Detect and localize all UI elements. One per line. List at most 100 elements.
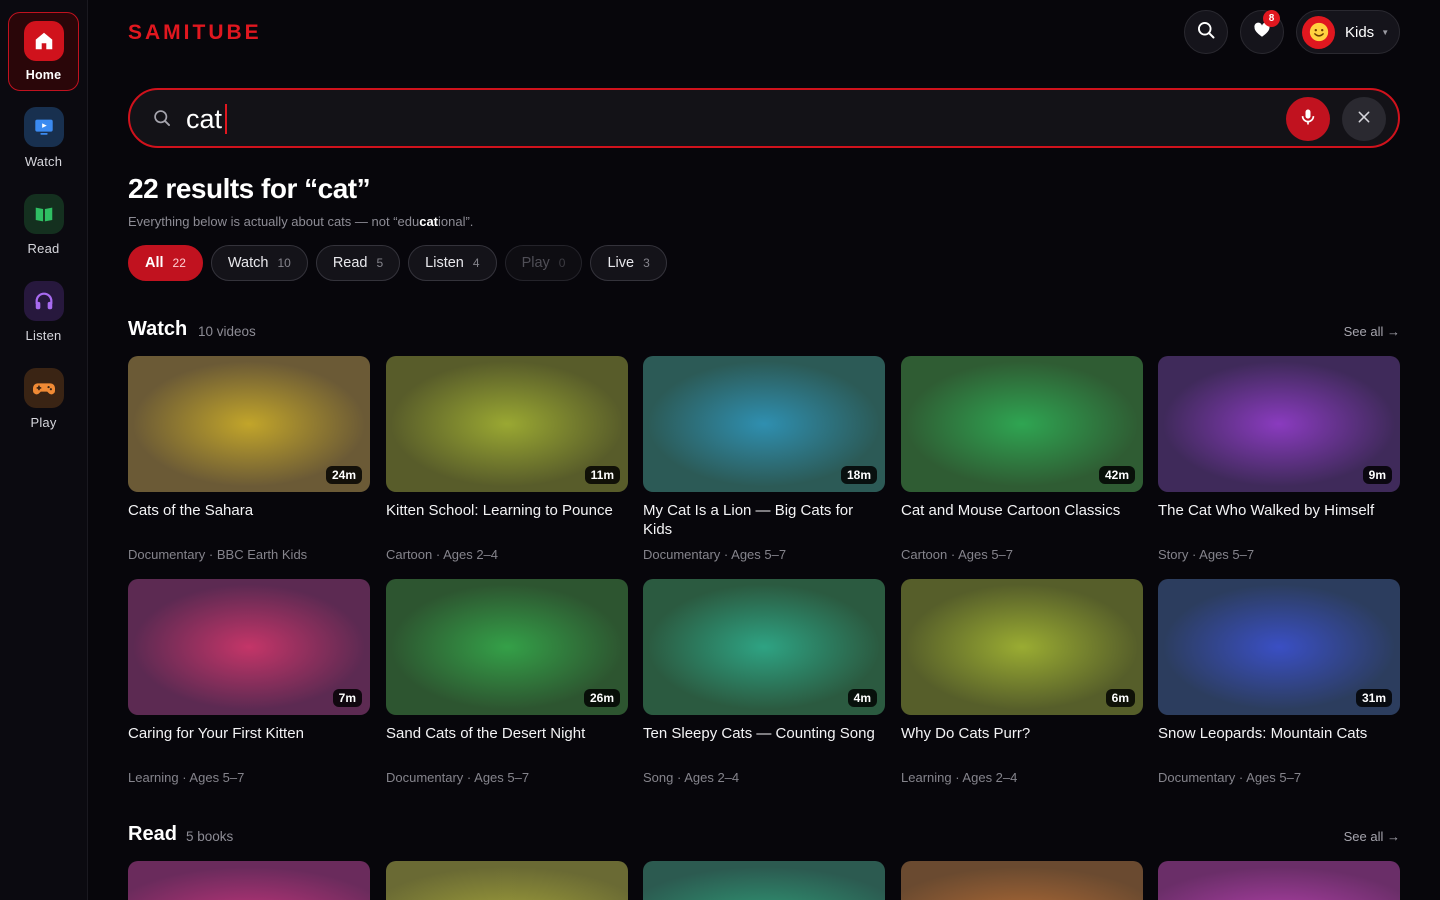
search-bar	[128, 88, 1400, 148]
video-title: Cat and Mouse Cartoon Classics	[901, 502, 1121, 519]
video-title: Caring for Your First Kitten	[128, 725, 304, 742]
book-icon	[23, 194, 64, 234]
video-title: My Cat Is a Lion — Big Cats for Kids	[643, 502, 854, 538]
video-thumbnail: 4m	[643, 579, 885, 715]
video-card[interactable]: 24m Cats of the Sahara Documentary · BBC E…	[128, 356, 370, 562]
filter-chip-count: 4	[472, 256, 480, 270]
book-card[interactable]	[128, 861, 370, 900]
see-all-read-link[interactable]: See all →	[1344, 829, 1400, 844]
video-thumbnail: 24m	[128, 356, 370, 492]
duration-badge: 7m	[332, 689, 362, 707]
sidebar-item-home[interactable]: Home	[8, 12, 79, 91]
profile-switcher[interactable]: Kids ▼	[1296, 10, 1400, 54]
sidebar-item-label: Home	[25, 68, 62, 82]
video-meta: Documentary · Ages 5–7	[386, 770, 530, 785]
video-card[interactable]: 4m Ten Sleepy Cats — Counting Song Song · …	[643, 579, 885, 785]
profile-name: Kids	[1345, 23, 1375, 41]
clear-search-button[interactable]	[1342, 97, 1386, 141]
filter-chip-listen[interactable]: Listen 4	[408, 245, 497, 281]
sidebar-item-read[interactable]: Read	[8, 186, 79, 265]
app-logo[interactable]: SAMITUBE	[128, 21, 262, 45]
video-meta: Cartoon · Ages 2–4	[386, 547, 499, 562]
search-button[interactable]	[1184, 10, 1228, 54]
section-meta-watch: 10 videos	[198, 324, 256, 339]
filter-chip-all[interactable]: All 22	[128, 245, 203, 281]
video-meta: Song · Ages 2–4	[643, 770, 740, 785]
video-title: The Cat Who Walked by Himself	[1158, 502, 1375, 519]
duration-badge: 24m	[325, 466, 362, 484]
video-card[interactable]: 9m The Cat Who Walked by Himself Story · A…	[1158, 356, 1400, 562]
video-card[interactable]: 26m Sand Cats of the Desert Night Document…	[386, 579, 628, 785]
video-card[interactable]: 6m Why Do Cats Purr? Learning · Ages 2–4	[901, 579, 1143, 785]
video-card[interactable]: 7m Caring for Your First Kitten Learning ·…	[128, 579, 370, 785]
section-meta-read: 5 books	[186, 829, 234, 844]
video-card[interactable]: 18m My Cat Is a Lion — Big Cats for Kids D…	[643, 356, 885, 562]
book-card[interactable]	[386, 861, 628, 900]
filter-chip-count: 0	[558, 256, 566, 270]
filter-chip-play: Play 0	[504, 245, 583, 281]
book-card[interactable]	[901, 861, 1143, 900]
video-meta: Story · Ages 5–7	[1158, 547, 1255, 562]
smiley-icon	[1309, 22, 1328, 42]
sidebar-item-label: Watch	[24, 154, 63, 169]
video-title: Ten Sleepy Cats — Counting Song	[643, 725, 875, 742]
filter-chip-label: Listen	[425, 255, 464, 271]
filter-chip-live[interactable]: Live 3	[590, 245, 667, 281]
video-thumbnail: 18m	[643, 356, 885, 492]
voice-search-button[interactable]	[1286, 97, 1330, 141]
duration-badge: 18m	[840, 466, 877, 484]
video-thumbnail: 11m	[386, 356, 628, 492]
section-title-read: Read	[128, 823, 177, 845]
duration-badge: 31m	[1355, 689, 1392, 707]
chevron-down-icon: ▼	[1381, 27, 1390, 37]
video-card[interactable]: 31m Snow Leopards: Mountain Cats Documenta…	[1158, 579, 1400, 785]
filter-chips: All 22 Watch 10 Read 5 Listen 4 Play 0 Live 3	[128, 245, 667, 281]
microphone-icon	[1298, 107, 1318, 132]
video-title: Why Do Cats Purr?	[901, 725, 1031, 742]
avatar	[1302, 15, 1335, 49]
gamepad-icon	[23, 368, 64, 408]
sidebar-item-watch[interactable]: Watch	[8, 99, 79, 178]
video-meta: Learning · Ages 5–7	[128, 770, 245, 785]
filter-chip-read[interactable]: Read 5	[315, 245, 401, 281]
video-title: Cats of the Sahara	[128, 502, 254, 519]
text-cursor	[225, 104, 228, 134]
sidebar-item-label: Read	[27, 241, 60, 256]
filter-chip-label: Live	[607, 255, 635, 271]
search-input[interactable]	[186, 100, 1266, 138]
book-card[interactable]	[1158, 861, 1400, 900]
sidebar: Home Watch Read Listen Play	[0, 0, 88, 900]
see-all-watch-link[interactable]: See all →	[1344, 324, 1400, 339]
duration-badge: 6m	[1105, 689, 1135, 707]
filter-chip-label: Read	[332, 255, 368, 271]
search-icon	[152, 108, 172, 133]
sidebar-item-listen[interactable]: Listen	[8, 273, 79, 352]
video-thumbnail: 31m	[1158, 579, 1400, 715]
filter-chip-count: 22	[172, 256, 186, 270]
headphones-icon	[23, 281, 64, 321]
results-title: 22 results for “cat”	[128, 173, 371, 204]
video-thumbnail: 6m	[901, 579, 1143, 715]
filter-chip-count: 3	[643, 256, 650, 270]
filter-chip-watch[interactable]: Watch 10	[210, 245, 308, 281]
duration-badge: 11m	[584, 466, 620, 484]
duration-badge: 9m	[1362, 466, 1392, 484]
video-meta: Documentary · Ages 5–7	[643, 547, 787, 562]
favorites-count-badge: 8	[1263, 10, 1280, 27]
duration-badge: 4m	[847, 689, 877, 707]
book-card[interactable]	[643, 861, 885, 900]
video-title: Kitten School: Learning to Pounce	[386, 502, 613, 519]
video-meta: Learning · Ages 2–4	[901, 770, 1018, 785]
video-card[interactable]: 42m Cat and Mouse Cartoon Classics Cartoon…	[901, 356, 1143, 562]
video-title: Snow Leopards: Mountain Cats	[1158, 725, 1368, 742]
close-icon	[1357, 110, 1371, 129]
tv-icon	[23, 107, 64, 147]
sidebar-item-play[interactable]: Play	[8, 360, 79, 439]
video-title: Sand Cats of the Desert Night	[386, 725, 586, 742]
video-thumbnail: 26m	[386, 579, 628, 715]
video-card[interactable]: 11m Kitten School: Learning to Pounce Cart…	[386, 356, 628, 562]
filter-chip-count: 5	[376, 256, 384, 270]
favorites-button[interactable]: 8	[1240, 10, 1284, 54]
sidebar-item-label: Play	[30, 415, 57, 430]
filter-chip-label: All	[145, 255, 164, 271]
